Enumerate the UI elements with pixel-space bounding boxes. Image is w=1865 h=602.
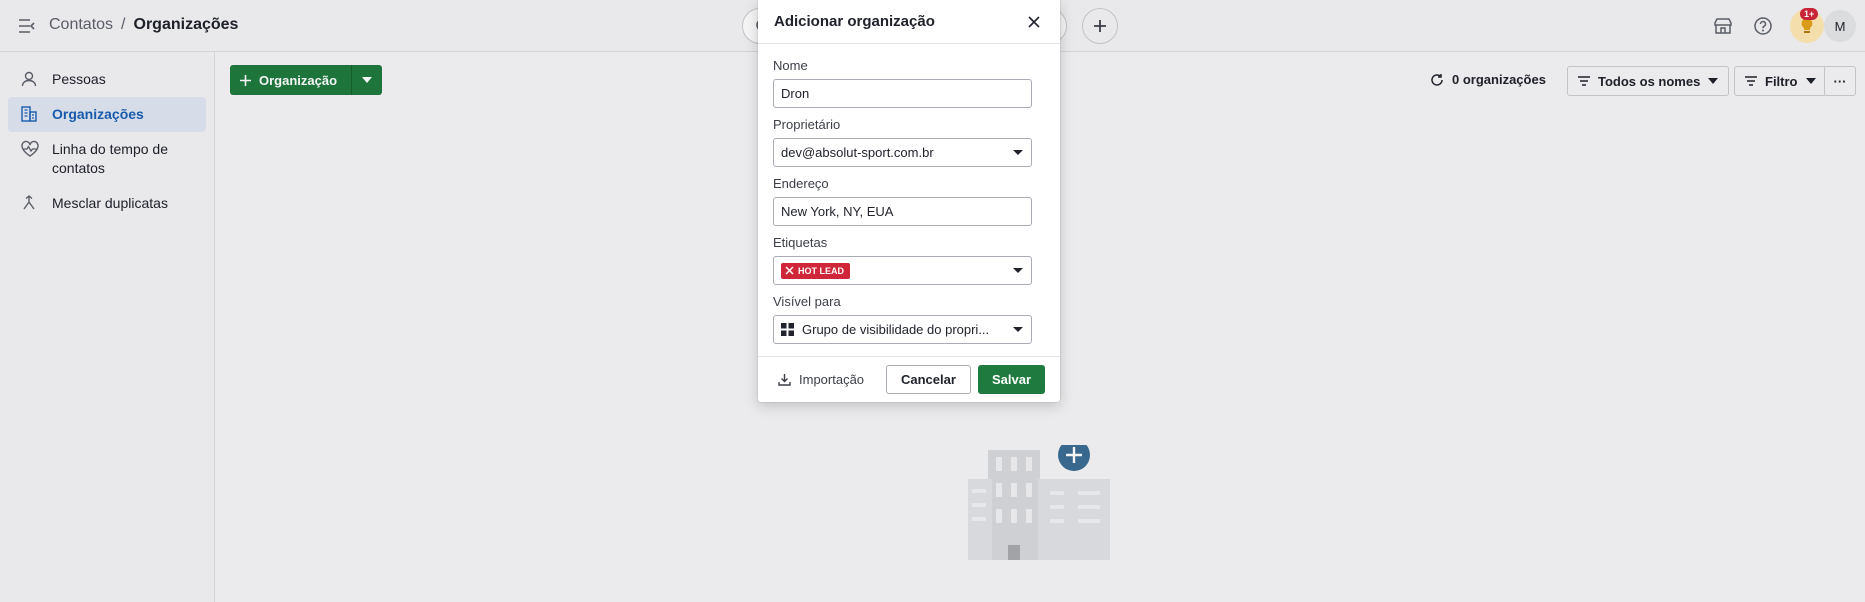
name-input[interactable] bbox=[773, 79, 1032, 108]
person-icon bbox=[20, 70, 38, 88]
dialog-footer: Importação Cancelar Salvar bbox=[758, 356, 1060, 402]
import-button[interactable]: Importação bbox=[778, 372, 864, 387]
more-options-label: ··· bbox=[1833, 73, 1847, 89]
sidebar-item-organizations[interactable]: Organizações bbox=[8, 97, 206, 132]
sidebar-item-label: Pessoas bbox=[52, 71, 106, 87]
refresh-icon[interactable] bbox=[1430, 73, 1444, 87]
download-icon bbox=[778, 374, 791, 386]
caret-down-icon bbox=[1013, 268, 1023, 273]
dialog-header: Adicionar organização bbox=[758, 0, 1060, 44]
menu-collapse-icon[interactable] bbox=[16, 15, 38, 37]
dialog-body: Nome Proprietário dev@absolut-sport.com.… bbox=[758, 44, 1060, 344]
more-options-button[interactable]: ··· bbox=[1824, 66, 1856, 96]
add-organization-label: Organização bbox=[259, 72, 338, 88]
tag-chip-hot-lead: HOT LEAD bbox=[781, 262, 850, 279]
owner-field: Proprietário dev@absolut-sport.com.br bbox=[773, 117, 1045, 167]
add-organization-menu-button[interactable] bbox=[352, 65, 383, 95]
owner-select[interactable]: dev@absolut-sport.com.br bbox=[773, 138, 1032, 167]
caret-down-icon bbox=[362, 77, 373, 83]
sidebar-item-merge-duplicates[interactable]: Mesclar duplicatas bbox=[8, 186, 206, 221]
caret-down-icon bbox=[1013, 327, 1023, 332]
organization-count-text: 0 organizações bbox=[1452, 72, 1546, 87]
tag-chip-label: HOT LEAD bbox=[798, 265, 844, 276]
sidebar-item-label: Linha do tempo de contatos bbox=[52, 141, 168, 176]
sidebar-item-label: Mesclar duplicatas bbox=[52, 195, 168, 211]
add-organization-button-group: Organização bbox=[230, 65, 383, 95]
name-label: Nome bbox=[773, 58, 808, 73]
visibility-field: Visível para Grupo de visibilidade do pr… bbox=[773, 294, 1045, 344]
visibility-value: Grupo de visibilidade do propri... bbox=[802, 322, 990, 337]
visibility-label: Visível para bbox=[773, 294, 841, 309]
marketplace-icon[interactable] bbox=[1710, 13, 1736, 39]
filter-dropdown[interactable]: Filtro bbox=[1734, 66, 1827, 96]
sidebar-item-timeline[interactable]: Linha do tempo de contatos bbox=[8, 132, 206, 186]
names-filter-label: Todos os nomes bbox=[1598, 73, 1701, 89]
caret-down-icon bbox=[1013, 150, 1023, 155]
filter-lines-icon bbox=[1745, 76, 1757, 86]
merge-icon bbox=[20, 194, 38, 212]
owner-label: Proprietário bbox=[773, 117, 841, 132]
visibility-select[interactable]: Grupo de visibilidade do propri... bbox=[773, 315, 1032, 344]
close-icon[interactable] bbox=[1024, 12, 1044, 32]
cancel-button[interactable]: Cancelar bbox=[886, 365, 971, 394]
tags-select[interactable]: HOT LEAD bbox=[773, 256, 1032, 285]
plus-icon bbox=[240, 74, 251, 86]
address-field: Endereço bbox=[773, 176, 1045, 226]
plus-icon bbox=[1094, 20, 1106, 32]
remove-tag-icon[interactable] bbox=[785, 266, 794, 275]
help-icon[interactable] bbox=[1750, 13, 1776, 39]
empty-state-building-illustration bbox=[968, 445, 1110, 560]
owner-value: dev@absolut-sport.com.br bbox=[781, 145, 934, 160]
quick-add-button[interactable] bbox=[1082, 8, 1118, 44]
import-label: Importação bbox=[799, 372, 865, 387]
add-organization-dialog: Adicionar organização Nome Proprietário … bbox=[758, 0, 1060, 402]
breadcrumb-contacts[interactable]: Contatos bbox=[49, 16, 113, 34]
breadcrumb: Contatos / Organizações bbox=[49, 16, 238, 34]
user-avatar[interactable]: M bbox=[1824, 10, 1856, 42]
add-organization-button[interactable]: Organização bbox=[230, 65, 353, 95]
tags-field: Etiquetas HOT LEAD bbox=[773, 235, 1045, 285]
heart-pulse-icon bbox=[20, 140, 39, 158]
filter-label: Filtro bbox=[1765, 73, 1798, 89]
breadcrumb-organizations: Organizações bbox=[133, 16, 239, 33]
filter-lines-icon bbox=[1578, 76, 1590, 86]
breadcrumb-separator: / bbox=[121, 16, 126, 33]
address-input[interactable] bbox=[773, 197, 1032, 226]
tags-label: Etiquetas bbox=[773, 235, 828, 250]
address-label: Endereço bbox=[773, 176, 829, 191]
sidebar-item-people[interactable]: Pessoas bbox=[8, 62, 206, 97]
names-filter-dropdown[interactable]: Todos os nomes bbox=[1567, 66, 1730, 96]
name-field: Nome bbox=[773, 58, 1045, 108]
caret-down-icon bbox=[1805, 78, 1816, 84]
sidebar-item-label: Organizações bbox=[52, 106, 144, 122]
sidebar: Pessoas Organizações Linha do tempo de c… bbox=[0, 52, 215, 602]
organization-count: 0 organizações bbox=[1430, 72, 1546, 87]
save-button[interactable]: Salvar bbox=[978, 365, 1046, 394]
group-grid-icon bbox=[781, 323, 794, 336]
building-icon bbox=[20, 105, 38, 123]
notification-badge: 1+ bbox=[1800, 8, 1819, 20]
caret-down-icon bbox=[1708, 78, 1719, 84]
dialog-title: Adicionar organização bbox=[774, 13, 935, 30]
